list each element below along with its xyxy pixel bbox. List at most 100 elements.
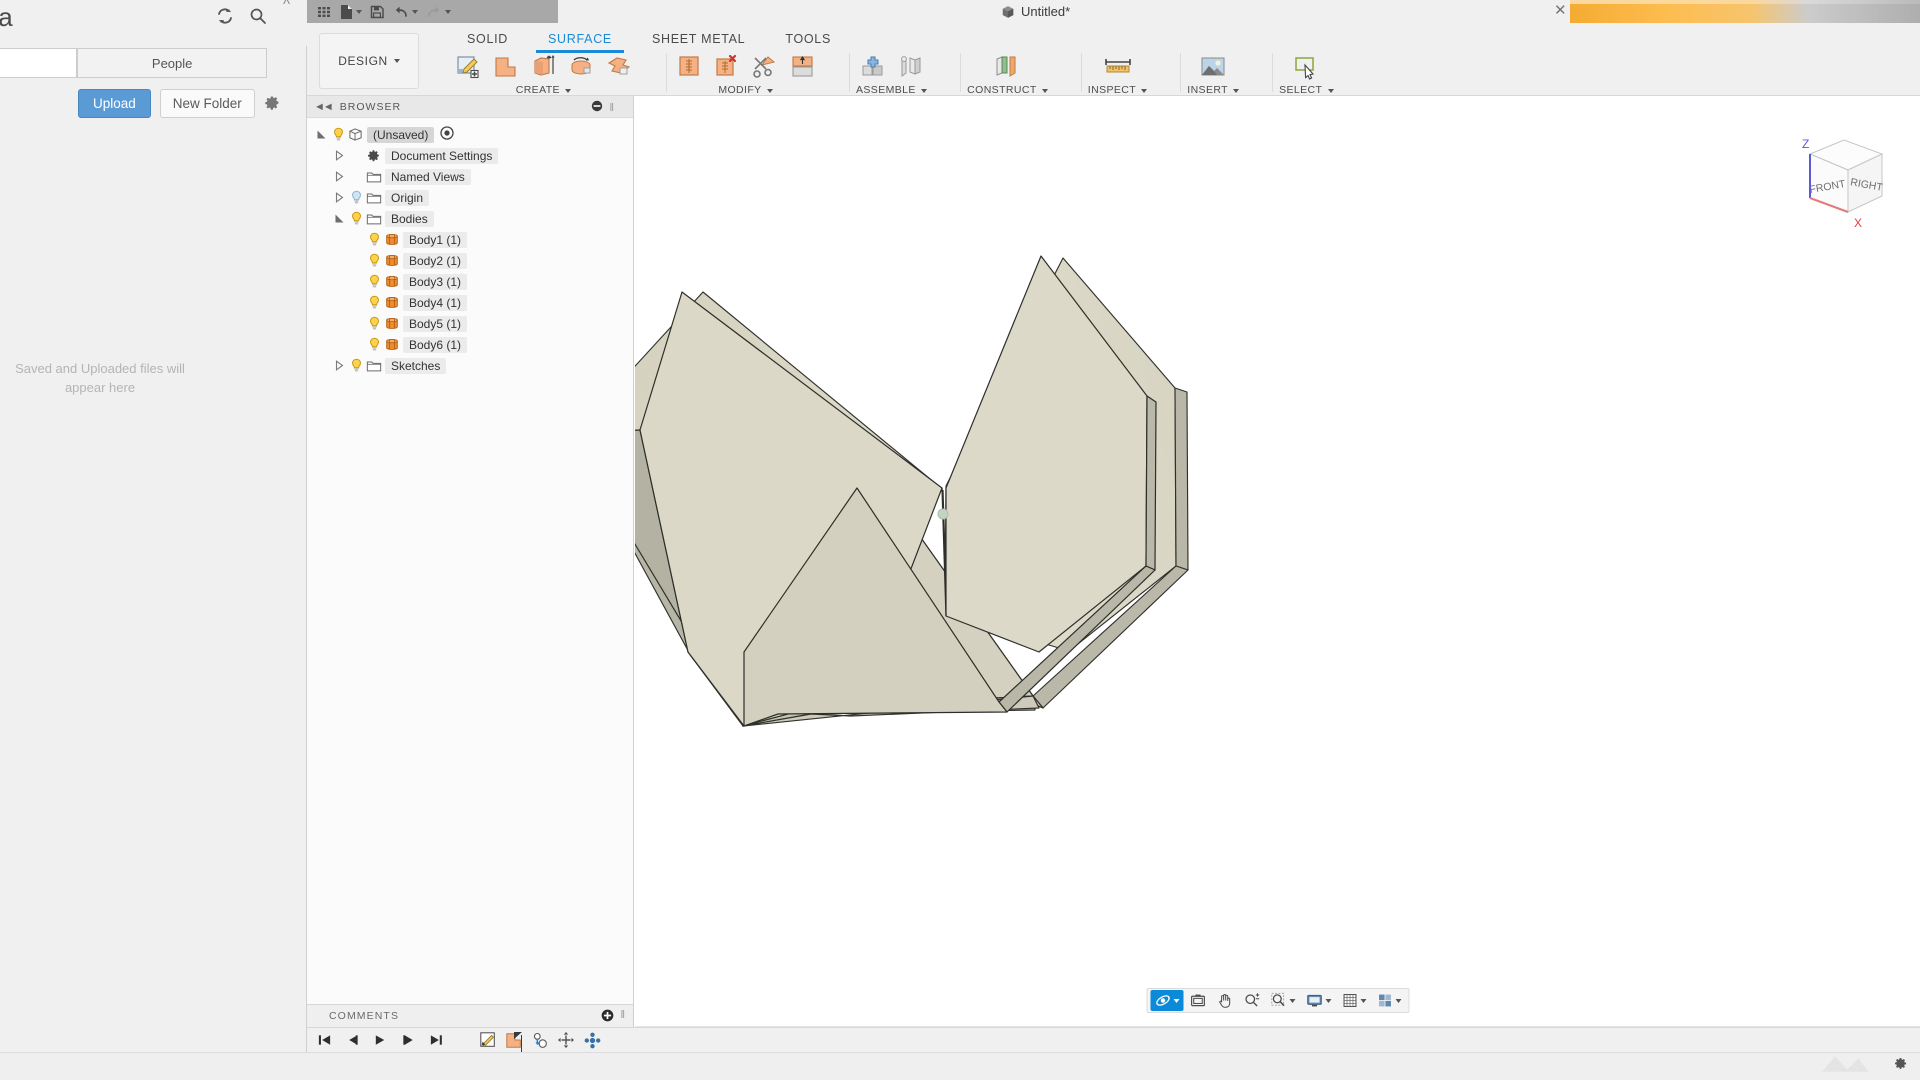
tab-sheet-metal[interactable]: SHEET METAL (632, 27, 765, 53)
visibility-bulb-icon[interactable] (366, 232, 383, 247)
browser-node-body1-1[interactable]: Body1 (1) (307, 229, 633, 250)
refresh-icon[interactable] (215, 6, 235, 29)
step-back-icon[interactable] (345, 1033, 360, 1047)
chevron-down-icon[interactable] (356, 10, 362, 14)
chevron-down-icon[interactable] (1325, 999, 1331, 1003)
new-component-icon[interactable] (857, 51, 888, 82)
insert-image-icon[interactable] (1198, 51, 1229, 82)
data-tab[interactable] (0, 48, 77, 78)
browser-minimize-icon[interactable] (591, 100, 603, 115)
new-document-icon[interactable] (339, 4, 362, 20)
collapse-triangle-icon[interactable] (331, 150, 348, 161)
offset-icon[interactable] (787, 51, 818, 82)
revolve-feature-icon[interactable] (531, 1031, 549, 1049)
loft-icon[interactable] (604, 51, 635, 82)
save-icon[interactable] (369, 4, 385, 20)
select-window-icon[interactable] (1291, 51, 1322, 82)
browser-node-body6-1[interactable]: Body6 (1) (307, 334, 633, 355)
chevron-down-icon[interactable] (412, 10, 418, 14)
visibility-bulb-icon[interactable] (366, 295, 383, 310)
gear-icon[interactable] (264, 94, 281, 114)
pattern-feature-icon[interactable] (583, 1031, 602, 1050)
ribbon-group-label[interactable]: SELECT (1279, 84, 1333, 96)
ribbon-group-label[interactable]: MODIFY (718, 84, 772, 96)
visibility-bulb-icon[interactable] (366, 337, 383, 352)
tab-surface[interactable]: SURFACE (528, 27, 632, 53)
browser-node-body2-1[interactable]: Body2 (1) (307, 250, 633, 271)
create-sketch-icon[interactable] (452, 51, 483, 82)
redo-icon[interactable] (425, 5, 451, 19)
new-folder-button[interactable]: New Folder (160, 89, 255, 118)
ribbon-group-label[interactable]: CREATE (516, 84, 572, 96)
activate-component-icon[interactable] (440, 126, 454, 143)
go-to-beginning-icon[interactable] (317, 1033, 332, 1047)
delete-face-icon[interactable] (711, 51, 742, 82)
comments-bar[interactable]: COMMENTS ‖ (307, 1004, 634, 1027)
chevron-down-icon[interactable] (1360, 999, 1366, 1003)
collapse-triangle-icon[interactable] (331, 192, 348, 203)
ribbon-group-label[interactable]: INSPECT (1088, 84, 1147, 96)
add-comment-icon[interactable] (601, 1009, 614, 1025)
move-feature-icon[interactable] (557, 1031, 575, 1049)
tab-solid[interactable]: SOLID (447, 27, 528, 53)
extrude-patch-icon[interactable] (490, 51, 521, 82)
browser-grip[interactable]: ‖ (609, 102, 614, 114)
people-tab[interactable]: People (77, 48, 267, 78)
close-icon[interactable]: ✕ (1554, 1, 1567, 19)
collapse-triangle-icon[interactable] (331, 360, 348, 371)
pan-button[interactable] (1212, 990, 1237, 1011)
revolve-icon[interactable] (566, 51, 597, 82)
chevron-up-icon[interactable]: ^ (283, 0, 290, 13)
visibility-bulb-icon[interactable] (366, 253, 383, 268)
joint-icon[interactable] (895, 51, 926, 82)
look-at-button[interactable] (1185, 990, 1210, 1011)
comments-grip[interactable]: ‖ (620, 1009, 625, 1021)
grid-snap-button[interactable] (1337, 990, 1370, 1011)
ribbon-group-label[interactable]: INSERT (1187, 84, 1239, 96)
promo-banner[interactable] (1570, 0, 1920, 23)
ribbon-group-label[interactable]: ASSEMBLE (856, 84, 927, 96)
display-settings-button[interactable] (1301, 990, 1335, 1011)
browser-node-unsaved[interactable]: (Unsaved) (307, 124, 633, 145)
collapse-left-icon[interactable]: ◄◄ (314, 101, 332, 113)
viewports-button[interactable] (1372, 990, 1405, 1011)
step-forward-icon[interactable] (401, 1033, 416, 1047)
sketch-feature-icon[interactable] (479, 1031, 497, 1049)
chevron-down-icon[interactable] (445, 10, 451, 14)
settings-gear-icon[interactable] (1893, 1056, 1908, 1074)
thicken-icon[interactable] (673, 51, 704, 82)
visibility-bulb-icon[interactable] (348, 358, 365, 373)
view-cube[interactable]: FRONT RIGHT Z X (1778, 124, 1898, 234)
zoom-button[interactable] (1239, 990, 1264, 1011)
visibility-bulb-icon[interactable] (366, 274, 383, 289)
chevron-down-icon[interactable] (1173, 999, 1179, 1003)
grid-icon[interactable] (316, 4, 332, 20)
zoom-window-button[interactable] (1266, 990, 1299, 1011)
browser-node-body4-1[interactable]: Body4 (1) (307, 292, 633, 313)
orbit-button[interactable] (1150, 990, 1183, 1011)
ribbon-group-label[interactable]: CONSTRUCT (967, 84, 1048, 96)
browser-node-document-settings[interactable]: Document Settings (307, 145, 633, 166)
expand-triangle-icon[interactable] (331, 213, 348, 224)
document-tab[interactable]: Untitled* (1001, 0, 1070, 23)
chevron-down-icon[interactable] (1289, 999, 1295, 1003)
visibility-bulb-icon[interactable] (330, 127, 347, 142)
search-icon[interactable] (248, 6, 268, 29)
upload-button[interactable]: Upload (78, 89, 151, 118)
expand-triangle-icon[interactable] (313, 129, 330, 140)
workspace-selector[interactable]: DESIGN (319, 33, 419, 89)
browser-node-named-views[interactable]: Named Views (307, 166, 633, 187)
chevron-down-icon[interactable] (1395, 999, 1401, 1003)
collapse-triangle-icon[interactable] (331, 171, 348, 182)
tab-tools[interactable]: TOOLS (765, 27, 851, 53)
browser-node-origin[interactable]: Origin (307, 187, 633, 208)
browser-node-bodies[interactable]: Bodies (307, 208, 633, 229)
offset-plane-icon[interactable] (989, 51, 1025, 82)
measure-icon[interactable] (1100, 51, 1136, 82)
browser-node-body5-1[interactable]: Body5 (1) (307, 313, 633, 334)
3d-canvas[interactable]: FRONT RIGHT Z X (635, 96, 1920, 1027)
browser-node-body3-1[interactable]: Body3 (1) (307, 271, 633, 292)
play-icon[interactable] (373, 1033, 388, 1047)
visibility-bulb-icon[interactable] (348, 190, 365, 205)
visibility-bulb-icon[interactable] (366, 316, 383, 331)
